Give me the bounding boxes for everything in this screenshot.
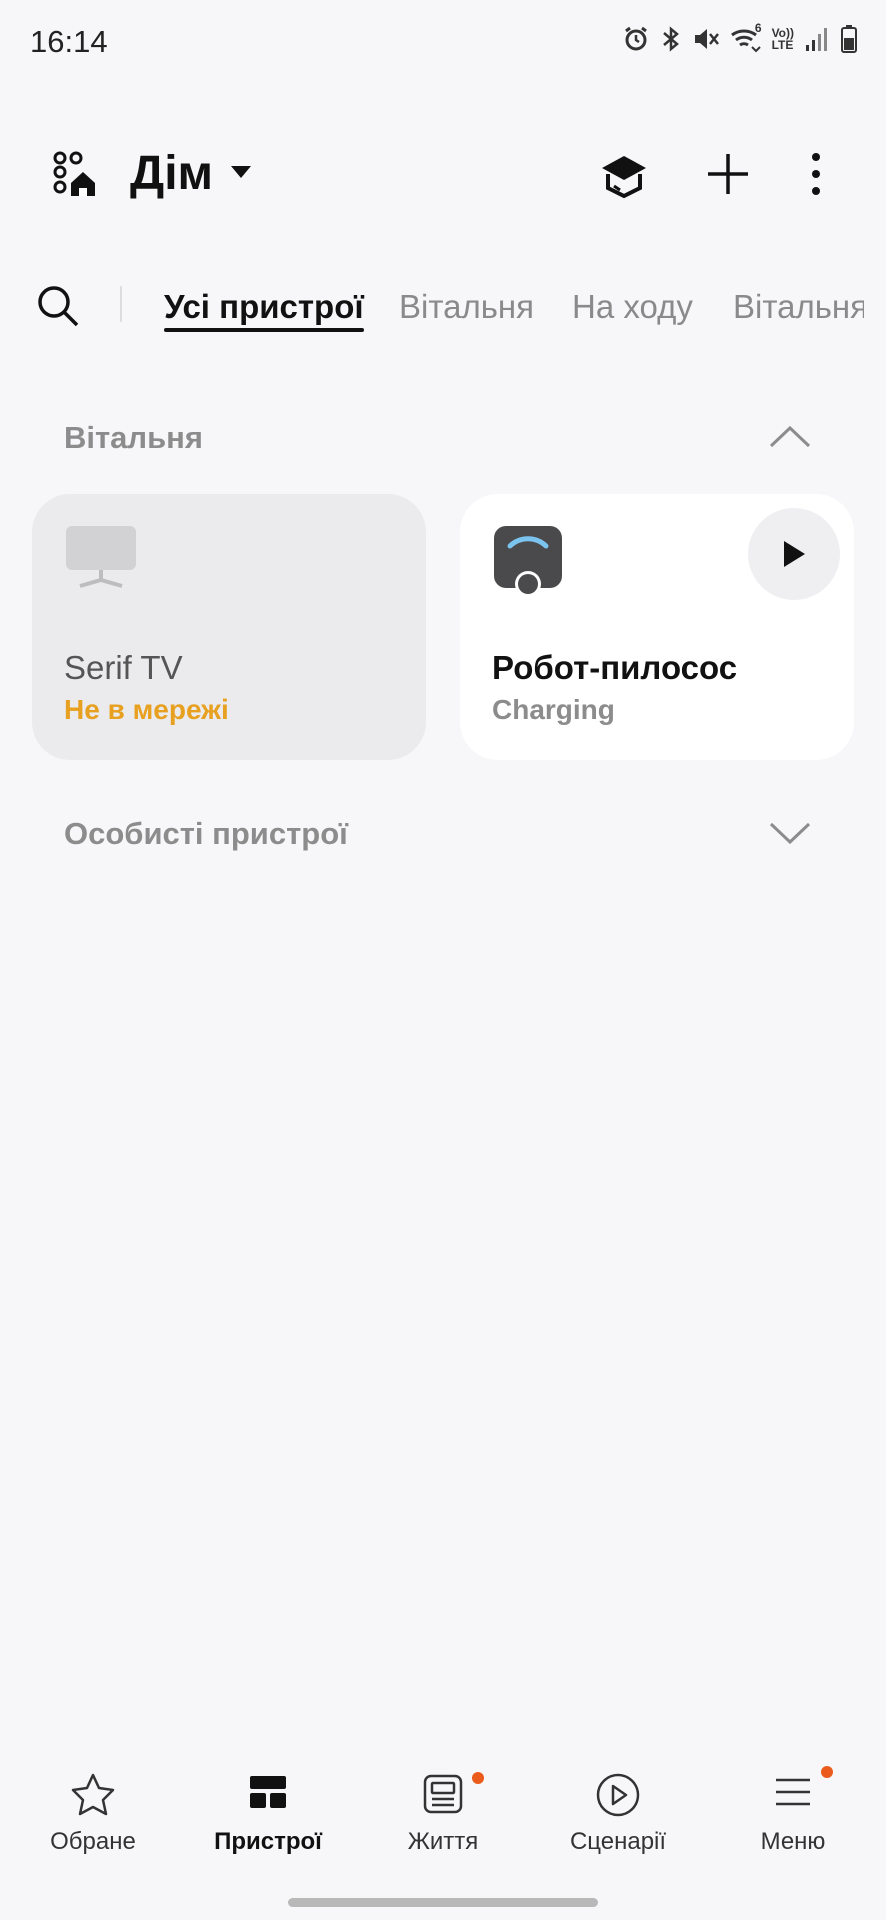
home-indicator[interactable] [288,1898,598,1907]
device-status: Не в мережі [64,694,229,725]
volte-bottom-text: LTE [771,38,794,52]
nav-item-life[interactable]: Життя [363,1760,523,1870]
wifi-icon: 6 [730,21,762,53]
section-title-personal-devices[interactable]: Особисті пристрої [64,816,348,852]
tab-living-room-2[interactable]: Вітальня [733,288,864,326]
device-name: Робот-пилосос [492,649,738,686]
menu-icon [773,1772,813,1817]
status-time: 16:14 [30,24,108,59]
bluetooth-icon [662,26,679,52]
notification-badge [821,1766,833,1778]
device-status: Charging [492,694,615,725]
wifi-6-label: 6 [754,21,762,35]
nav-label: Обране [50,1828,136,1855]
device-card-robot-vacuum[interactable]: Робот-пилосос Charging [460,494,854,760]
room-tabs: Усі пристрої Вітальня На ходу Вітальня [0,272,886,332]
more-icon[interactable] [786,144,846,204]
nav-label: Сценарії [569,1828,667,1855]
nav-item-favorites[interactable]: Обране [13,1760,173,1870]
caret-down-icon[interactable] [230,164,252,185]
scenes-play-icon [595,1772,641,1823]
tab-living-room[interactable]: Вітальня [399,288,534,326]
home-qr-icon[interactable] [52,150,100,203]
tab-on-the-go[interactable]: На ходу [572,288,693,326]
star-icon [70,1772,116,1823]
tutorial-icon[interactable] [594,144,654,204]
play-icon [784,541,805,567]
robot-vacuum-icon [492,524,564,607]
tab-all-devices[interactable]: Усі пристрої [164,288,364,326]
nav-label: Життя [407,1828,479,1855]
bottom-navigation: Обране Пристрої Життя Сценарії Меню [0,1760,886,1870]
section-title-living-room[interactable]: Вітальня [64,420,203,456]
chevron-up-icon[interactable] [768,424,812,455]
life-icon [422,1772,464,1821]
tv-icon [64,524,138,595]
nav-label: Пристрої [214,1828,322,1855]
chevron-down-icon[interactable] [768,820,812,851]
smartthings-devices-screen: 16:14 6 Vo)) LTE Дім Усі пристрої Віталь… [0,0,886,1920]
home-title[interactable]: Дім [130,146,213,201]
app-header: Дім [0,140,886,220]
tab-strip: Усі пристрої Вітальня На ходу Вітальня [0,272,864,332]
alarm-icon [624,26,647,51]
volte-icon: Vo)) LTE [772,27,794,51]
notification-badge [472,1772,484,1784]
devices-grid-icon [248,1772,288,1817]
signal-icon [806,28,827,51]
nav-item-menu[interactable]: Меню [713,1760,873,1870]
add-icon[interactable] [698,144,758,204]
active-tab-indicator [164,328,364,332]
device-card-tv[interactable]: Serif TV Не в мережі [32,494,426,760]
status-bar: 16:14 6 Vo)) LTE [0,0,886,86]
nav-item-devices[interactable]: Пристрої [188,1760,348,1870]
device-name: Serif TV [64,649,183,686]
battery-icon [841,25,857,53]
nav-item-scenes[interactable]: Сценарії [538,1760,698,1870]
mute-icon [694,29,719,49]
status-icons: 6 Vo)) LTE [622,21,858,54]
play-button[interactable] [748,508,840,600]
nav-label: Меню [760,1828,826,1855]
